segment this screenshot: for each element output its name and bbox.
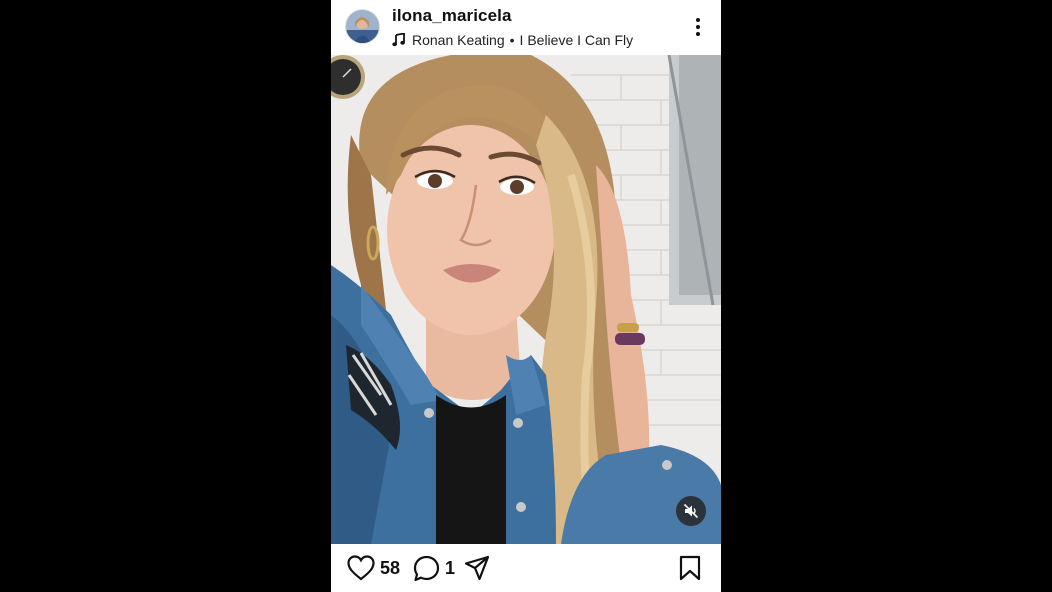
music-separator: • <box>509 32 515 48</box>
comment-bubble-icon <box>413 555 440 581</box>
muted-speaker-icon <box>683 503 699 519</box>
paper-plane-icon <box>464 555 490 581</box>
music-note-icon <box>392 33 405 47</box>
likes-count[interactable]: 58 <box>380 558 400 579</box>
more-options-button[interactable] <box>688 14 708 40</box>
mute-toggle-button[interactable] <box>676 496 706 526</box>
username[interactable]: ilona_maricela <box>392 6 512 26</box>
music-artist: Ronan Keating <box>412 32 505 48</box>
post-card: ilona_maricela Ronan Keating • I Believe… <box>331 0 721 592</box>
post-actions-bar: 58 1 <box>331 544 721 592</box>
more-vertical-icon <box>696 18 700 36</box>
music-song: I Believe I Can Fly <box>519 32 634 48</box>
comment-button[interactable]: 1 <box>413 554 455 582</box>
bookmark-outline-icon <box>679 555 701 581</box>
post-header: ilona_maricela Ronan Keating • I Believe… <box>331 0 721 55</box>
post-photo[interactable] <box>331 55 721 544</box>
like-button[interactable]: 58 <box>347 554 400 582</box>
heart-outline-icon <box>347 555 375 581</box>
share-button[interactable] <box>464 554 490 582</box>
profile-avatar[interactable] <box>346 10 379 43</box>
comments-count[interactable]: 1 <box>445 558 455 579</box>
save-button[interactable] <box>679 554 701 582</box>
music-info[interactable]: Ronan Keating • I Believe I Can Fly <box>392 31 633 49</box>
